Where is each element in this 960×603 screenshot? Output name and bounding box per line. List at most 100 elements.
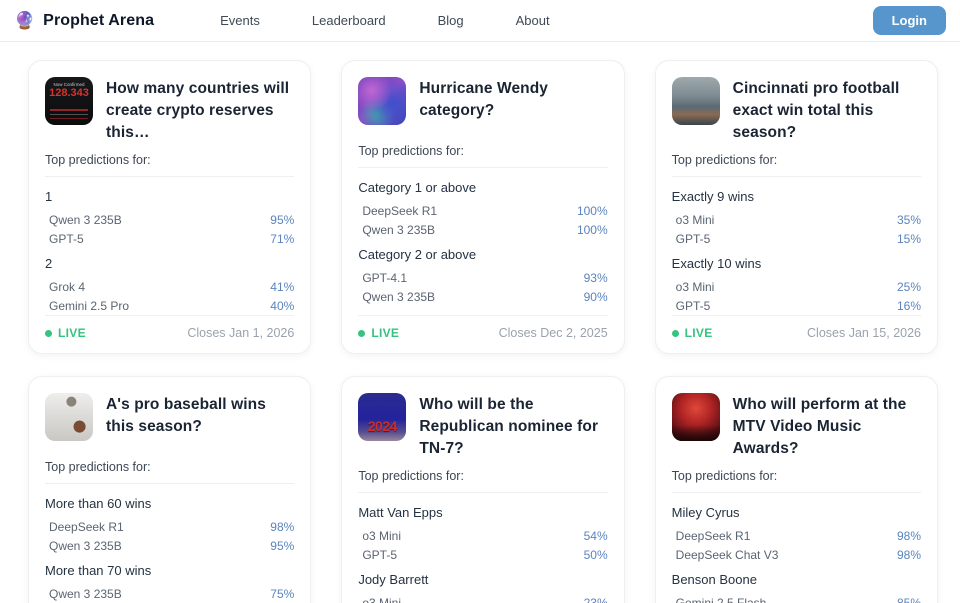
live-dot-icon [672, 330, 679, 337]
divider [672, 492, 921, 493]
outcome-group: More than 70 wins Qwen 3 235B 75% DeepSe… [45, 563, 294, 603]
outcome-name: Category 2 or above [358, 247, 607, 262]
prediction-row: DeepSeek R1 100% [358, 201, 607, 220]
prediction-row: GPT-5 50% [358, 545, 607, 564]
prediction-row: Qwen 3 235B 100% [358, 220, 607, 239]
event-title: Hurricane Wendy category? [419, 77, 607, 122]
outcome-group: Category 1 or above DeepSeek R1 100% Qwe… [358, 180, 607, 239]
event-card-cincinnati-football[interactable]: Cincinnati pro football exact win total … [655, 60, 938, 354]
divider [45, 176, 294, 177]
outcome-group: Category 2 or above GPT-4.1 93% Qwen 3 2… [358, 247, 607, 306]
model-name: GPT-5 [362, 548, 397, 562]
event-title: Cincinnati pro football exact win total … [733, 77, 921, 144]
event-thumbnail-hurricane [358, 77, 406, 125]
crystal-ball-icon: 🔮 [14, 12, 35, 29]
live-label: LIVE [58, 326, 86, 340]
model-probability: 90% [584, 290, 608, 304]
divider [358, 167, 607, 168]
model-probability: 95% [270, 539, 294, 553]
model-probability: 41% [270, 280, 294, 294]
top-navbar: 🔮 Prophet Arena Events Leaderboard Blog … [0, 0, 960, 42]
prediction-row: Qwen 3 235B 75% [45, 584, 294, 603]
prediction-row: o3 Mini 25% [672, 277, 921, 296]
model-name: DeepSeek R1 [362, 204, 437, 218]
outcome-group: Exactly 9 wins o3 Mini 35% GPT-5 15% [672, 189, 921, 248]
model-probability: 35% [897, 213, 921, 227]
live-label: LIVE [371, 326, 399, 340]
outcome-group: Miley Cyrus DeepSeek R1 98% DeepSeek Cha… [672, 505, 921, 564]
closes-date: Closes Jan 1, 2026 [187, 326, 294, 340]
thumb-year-text: 2024 [368, 419, 397, 433]
model-name: GPT-5 [676, 299, 711, 313]
outcome-group: 1 Qwen 3 235B 95% GPT-5 71% [45, 189, 294, 248]
outcome-group: 2 Grok 4 41% Gemini 2.5 Pro 40% [45, 256, 294, 315]
live-badge: LIVE [672, 326, 713, 340]
prediction-row: o3 Mini 23% [358, 593, 607, 603]
prediction-row: Qwen 3 235B 95% [45, 210, 294, 229]
model-name: GPT-5 [49, 232, 84, 246]
prediction-row: Qwen 3 235B 90% [358, 287, 607, 306]
nav-link-about[interactable]: About [516, 13, 550, 28]
model-name: Qwen 3 235B [362, 223, 435, 237]
model-probability: 98% [270, 520, 294, 534]
model-probability: 100% [577, 223, 608, 237]
event-thumbnail-election-2024: 2024 [358, 393, 406, 441]
event-title: How many countries will create crypto re… [106, 77, 294, 144]
model-name: Grok 4 [49, 280, 85, 294]
event-card-hurricane-wendy[interactable]: Hurricane Wendy category? Top prediction… [341, 60, 624, 354]
model-name: Qwen 3 235B [49, 587, 122, 601]
event-card-grid: Now Confirmed 128.343 How many countries… [0, 42, 960, 603]
closes-date: Closes Jan 15, 2026 [807, 326, 921, 340]
event-card-as-baseball[interactable]: A's pro baseball wins this season? Top p… [28, 376, 311, 603]
outcome-name: Miley Cyrus [672, 505, 921, 520]
model-name: GPT-4.1 [362, 271, 407, 285]
outcome-name: 2 [45, 256, 294, 271]
prediction-row: Gemini 2.5 Flash 85% [672, 593, 921, 603]
model-probability: 85% [897, 596, 921, 603]
outcome-name: More than 60 wins [45, 496, 294, 511]
model-probability: 98% [897, 548, 921, 562]
prediction-row: GPT-5 71% [45, 229, 294, 248]
card-footer: LIVE Closes Dec 2, 2025 [358, 315, 607, 340]
event-title: Who will perform at the MTV Video Music … [733, 393, 921, 460]
outcome-name: 1 [45, 189, 294, 204]
top-predictions-label: Top predictions for: [45, 153, 294, 167]
prediction-row: DeepSeek Chat V3 98% [672, 545, 921, 564]
event-card-mtv-vmas[interactable]: Who will perform at the MTV Video Music … [655, 376, 938, 603]
outcome-name: Category 1 or above [358, 180, 607, 195]
prediction-row: DeepSeek R1 98% [672, 526, 921, 545]
outcome-name: Matt Van Epps [358, 505, 607, 520]
model-probability: 25% [897, 280, 921, 294]
brand[interactable]: 🔮 Prophet Arena [14, 12, 154, 30]
model-name: o3 Mini [676, 213, 715, 227]
event-card-crypto-reserves[interactable]: Now Confirmed 128.343 How many countries… [28, 60, 311, 354]
model-name: GPT-5 [676, 232, 711, 246]
card-footer: LIVE Closes Jan 15, 2026 [672, 315, 921, 340]
nav-link-events[interactable]: Events [220, 13, 260, 28]
live-badge: LIVE [358, 326, 399, 340]
model-name: DeepSeek R1 [676, 529, 751, 543]
model-probability: 16% [897, 299, 921, 313]
model-name: o3 Mini [676, 280, 715, 294]
nav-link-blog[interactable]: Blog [438, 13, 464, 28]
top-predictions-label: Top predictions for: [672, 469, 921, 483]
login-button[interactable]: Login [873, 6, 946, 35]
event-title: Who will be the Republican nominee for T… [419, 393, 607, 460]
live-dot-icon [358, 330, 365, 337]
prediction-row: GPT-4.1 93% [358, 268, 607, 287]
divider [45, 483, 294, 484]
model-probability: 98% [897, 529, 921, 543]
event-card-tn7-nominee[interactable]: 2024 Who will be the Republican nominee … [341, 376, 624, 603]
prediction-row: Gemini 2.5 Pro 40% [45, 296, 294, 315]
thumb-ticker-value: 128.343 [49, 87, 89, 100]
prediction-row: GPT-5 15% [672, 229, 921, 248]
nav-link-leaderboard[interactable]: Leaderboard [312, 13, 386, 28]
divider [358, 492, 607, 493]
event-title: A's pro baseball wins this season? [106, 393, 294, 438]
model-name: Gemini 2.5 Flash [676, 596, 767, 603]
model-name: o3 Mini [362, 596, 401, 603]
outcome-name: Exactly 9 wins [672, 189, 921, 204]
model-probability: 50% [584, 548, 608, 562]
model-name: Qwen 3 235B [49, 213, 122, 227]
model-name: Gemini 2.5 Pro [49, 299, 129, 313]
